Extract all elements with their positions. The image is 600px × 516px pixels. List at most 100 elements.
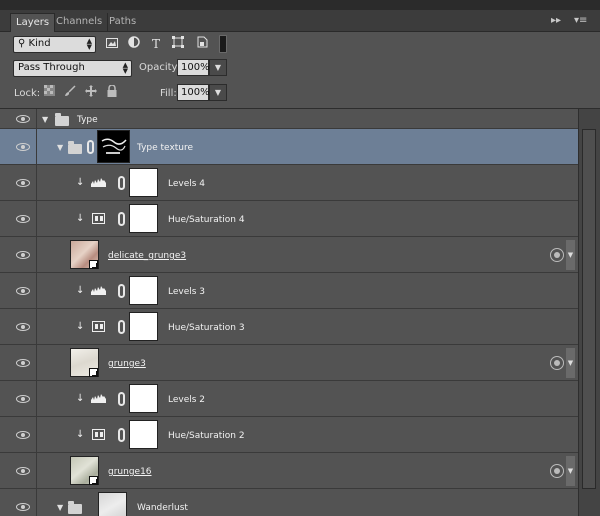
visibility-column	[0, 417, 37, 452]
layer-row[interactable]: ↓ Hue/Saturation 4	[0, 201, 578, 237]
levels-adjustment-icon	[91, 177, 106, 188]
panel-tab-bar: Layers Channels Paths ▸▸ ▾≡	[0, 10, 600, 32]
filter-toggle-switch[interactable]	[219, 35, 227, 53]
layer-row[interactable]: grunge16 ▼	[0, 453, 578, 489]
layer-effects-icon[interactable]	[550, 464, 564, 478]
layer-mask-thumbnail[interactable]	[129, 312, 158, 341]
smart-object-badge-icon	[89, 368, 98, 377]
layer-name[interactable]: Hue/Saturation 2	[168, 431, 245, 441]
eye-visibility-icon[interactable]	[16, 287, 30, 295]
filter-kind-select[interactable]: ⚲ Kind ▲ ▼	[13, 36, 96, 53]
clipping-mask-arrow-icon: ↓	[76, 285, 85, 296]
type-filter-icon[interactable]: T	[148, 36, 164, 52]
collapse-panel-button[interactable]: ▸▸	[551, 15, 561, 26]
eye-visibility-icon[interactable]	[16, 503, 30, 511]
shape-filter-icon[interactable]	[170, 36, 186, 52]
eye-visibility-icon[interactable]	[16, 215, 30, 223]
layer-name[interactable]: delicate_grunge3	[108, 251, 186, 261]
layer-row-selected[interactable]: ▼ Type texture	[0, 129, 578, 165]
scrollbar-thumb[interactable]	[582, 129, 596, 489]
fill-dropdown-button[interactable]: ▼	[209, 84, 227, 101]
layer-name[interactable]: Hue/Saturation 4	[168, 215, 245, 225]
layer-mask-thumbnail[interactable]	[129, 276, 158, 305]
visibility-column	[0, 381, 37, 416]
layer-name[interactable]: Type texture	[137, 143, 193, 153]
layer-mask-thumbnail[interactable]	[129, 420, 158, 449]
link-chain-icon[interactable]	[118, 176, 125, 190]
lock-all-icon[interactable]	[105, 84, 119, 99]
lock-image-pixels-brush-icon[interactable]	[63, 85, 77, 99]
layer-name[interactable]: Levels 4	[168, 179, 205, 189]
layer-effects-icon[interactable]	[550, 248, 564, 262]
layer-mask-thumbnail[interactable]	[129, 384, 158, 413]
layer-row[interactable]: ↓ Levels 2	[0, 381, 578, 417]
eye-visibility-icon[interactable]	[16, 323, 30, 331]
eye-visibility-icon[interactable]	[16, 395, 30, 403]
tab-paths[interactable]: Paths	[104, 13, 141, 32]
layer-row[interactable]: ▼ Wanderlust	[0, 489, 578, 516]
group-thumbnail[interactable]	[98, 492, 127, 516]
fill-input[interactable]: 100%	[177, 84, 210, 101]
blend-mode-select[interactable]: Pass Through ▲ ▼	[13, 60, 132, 77]
layers-scrollbar[interactable]	[578, 109, 600, 516]
layer-name[interactable]: Hue/Saturation 3	[168, 323, 245, 333]
link-chain-icon[interactable]	[118, 212, 125, 226]
clipping-mask-arrow-icon: ↓	[76, 429, 85, 440]
eye-visibility-icon[interactable]	[16, 467, 30, 475]
clipping-mask-arrow-icon: ↓	[76, 321, 85, 332]
layer-row[interactable]: ↓ Hue/Saturation 2	[0, 417, 578, 453]
layer-row[interactable]: delicate_grunge3 ▼	[0, 237, 578, 273]
layer-name[interactable]: grunge3	[108, 359, 146, 369]
group-expand-triangle-icon[interactable]: ▼	[42, 115, 48, 124]
link-chain-icon[interactable]	[87, 140, 94, 154]
layer-row[interactable]: ▼ Type	[0, 109, 578, 129]
link-chain-icon[interactable]	[118, 392, 125, 406]
expand-effects-arrow[interactable]: ▼	[566, 456, 575, 486]
image-filter-icon[interactable]	[104, 36, 120, 52]
visibility-column	[0, 489, 37, 516]
eye-visibility-icon[interactable]	[16, 251, 30, 259]
opacity-input[interactable]: 100%	[177, 59, 210, 76]
layer-name[interactable]: Type	[77, 115, 98, 125]
layer-name[interactable]: Levels 2	[168, 395, 205, 405]
layer-row[interactable]: grunge3 ▼	[0, 345, 578, 381]
adjustment-filter-icon[interactable]	[126, 36, 142, 52]
folder-icon	[68, 501, 82, 514]
opacity-dropdown-button[interactable]: ▼	[209, 59, 227, 76]
visibility-column	[0, 273, 37, 308]
link-chain-icon[interactable]	[118, 284, 125, 298]
group-mask-thumbnail[interactable]	[97, 130, 130, 163]
link-chain-icon[interactable]	[118, 320, 125, 334]
eye-visibility-icon[interactable]	[16, 431, 30, 439]
expand-effects-arrow[interactable]: ▼	[566, 240, 575, 270]
visibility-column	[0, 237, 37, 272]
layer-mask-thumbnail[interactable]	[129, 168, 158, 197]
eye-visibility-icon[interactable]	[16, 179, 30, 187]
eye-visibility-icon[interactable]	[16, 143, 30, 151]
group-expand-triangle-icon[interactable]: ▼	[57, 143, 63, 152]
lock-row: Lock: Fill: 100% ▼	[0, 82, 600, 108]
link-chain-icon[interactable]	[118, 428, 125, 442]
eye-visibility-icon[interactable]	[16, 359, 30, 367]
clipping-mask-arrow-icon: ↓	[76, 177, 85, 188]
visibility-column	[0, 129, 37, 164]
visibility-column	[0, 309, 37, 344]
layer-name[interactable]: grunge16	[108, 467, 152, 477]
group-expand-triangle-icon[interactable]: ▼	[57, 503, 63, 512]
lock-transparent-pixels-icon[interactable]	[42, 85, 56, 99]
hue-saturation-adjustment-icon	[92, 213, 105, 224]
expand-effects-arrow[interactable]: ▼	[566, 348, 575, 378]
layer-row[interactable]: ↓ Levels 3	[0, 273, 578, 309]
smart-object-filter-icon[interactable]	[194, 36, 210, 52]
layer-mask-thumbnail[interactable]	[129, 204, 158, 233]
tab-layers[interactable]: Layers	[10, 13, 56, 32]
layer-name[interactable]: Levels 3	[168, 287, 205, 297]
layer-name[interactable]: Wanderlust	[137, 503, 188, 513]
lock-position-move-icon[interactable]	[84, 85, 98, 99]
layer-row[interactable]: ↓ Levels 4	[0, 165, 578, 201]
eye-visibility-icon[interactable]	[16, 115, 30, 123]
panel-menu-button[interactable]: ▾≡	[574, 15, 587, 26]
layer-effects-icon[interactable]	[550, 356, 564, 370]
tab-channels[interactable]: Channels	[51, 13, 109, 32]
layer-row[interactable]: ↓ Hue/Saturation 3	[0, 309, 578, 345]
